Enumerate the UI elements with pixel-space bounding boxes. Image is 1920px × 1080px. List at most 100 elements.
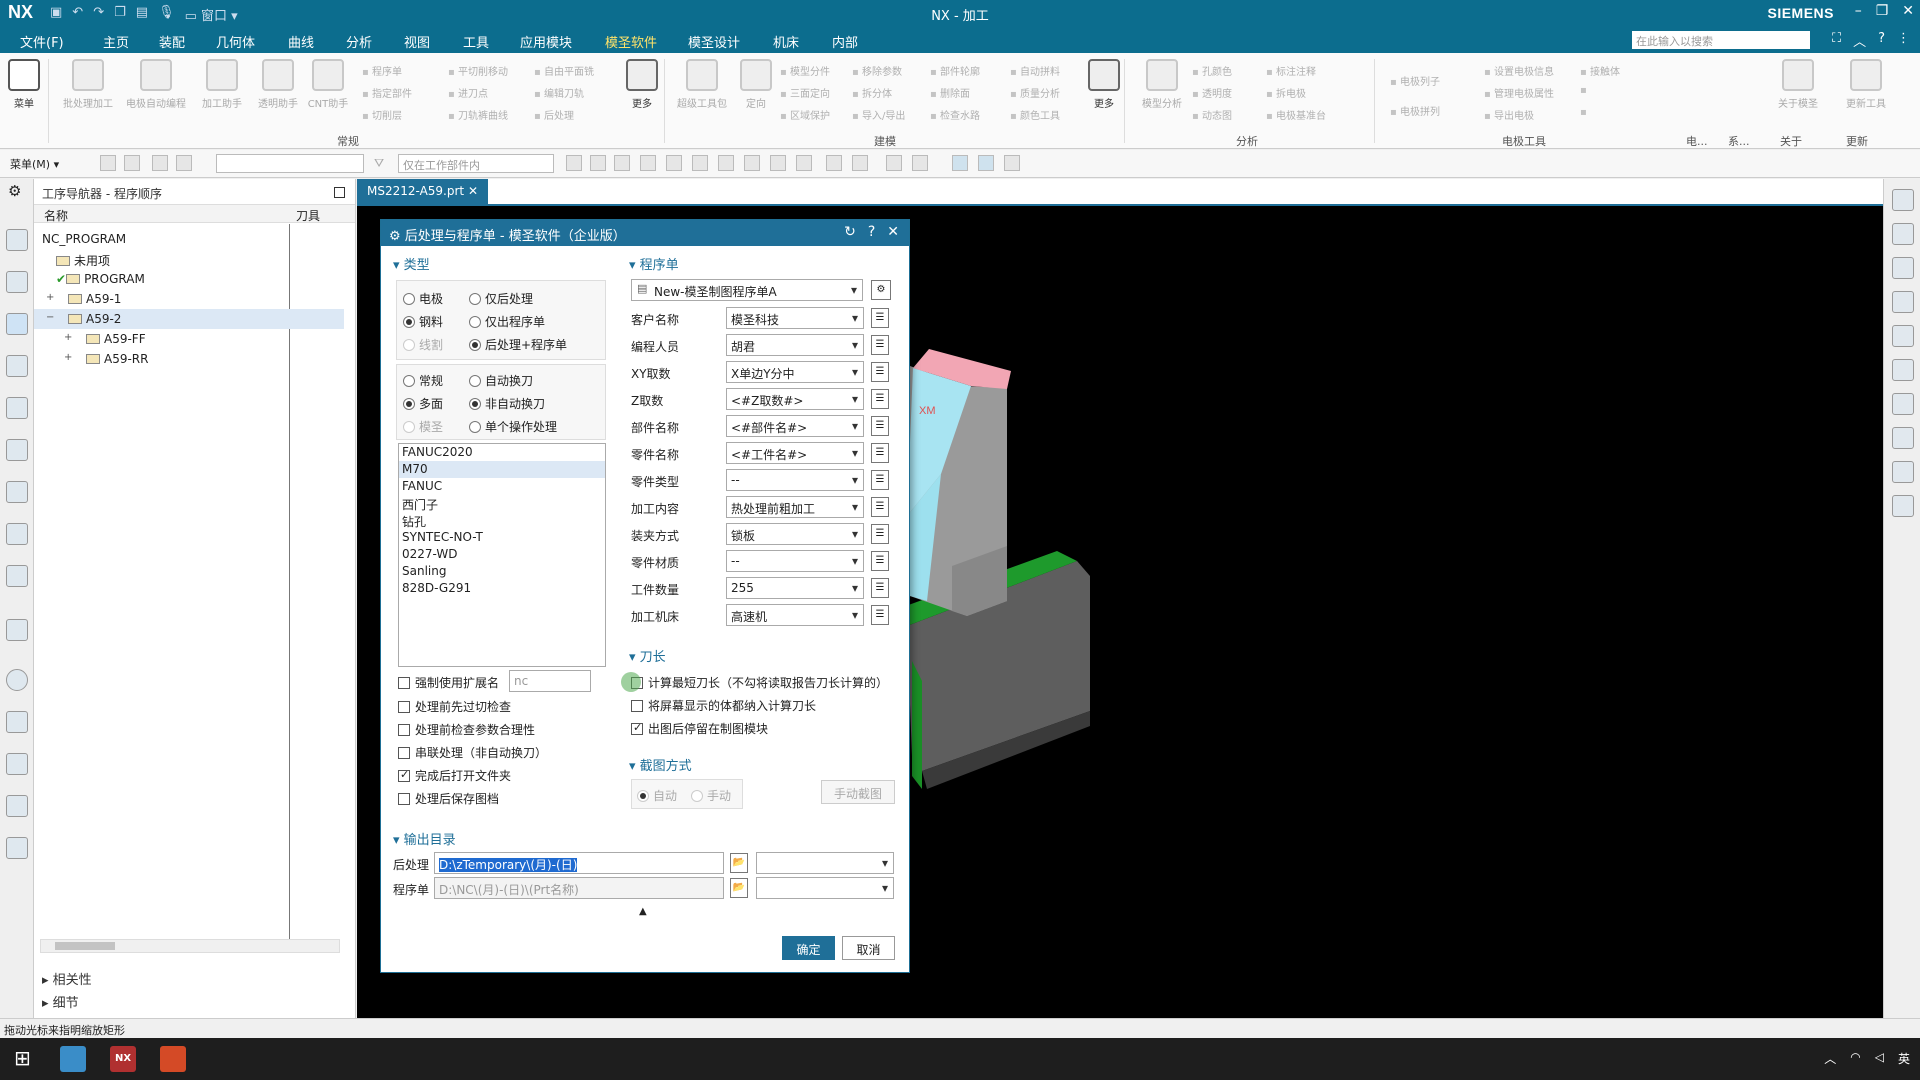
resource-icon[interactable] bbox=[1892, 291, 1914, 313]
field-list-icon[interactable]: ☰ bbox=[871, 524, 889, 544]
tree-row-a59-1[interactable]: + A59-1 bbox=[34, 289, 344, 309]
column-name-header[interactable]: 名称 bbox=[44, 207, 68, 224]
menu-apps[interactable]: 应用模块 bbox=[520, 32, 572, 51]
ribbon-item[interactable]: 电极拼列 bbox=[1390, 103, 1440, 118]
programmer-select[interactable]: 胡君 bbox=[726, 334, 864, 356]
field-list-icon[interactable]: ☰ bbox=[871, 308, 889, 328]
list-item[interactable]: FANUC bbox=[399, 478, 605, 495]
toolbar-icon[interactable] bbox=[718, 155, 734, 171]
ribbon-item[interactable]: 检查水路 bbox=[930, 107, 980, 122]
ribbon-item[interactable]: 指定部件 bbox=[362, 85, 412, 100]
list-item[interactable]: 828D-G291 bbox=[399, 580, 605, 597]
gouge-check-checkbox[interactable]: 处理前先过切检查 bbox=[398, 698, 511, 715]
command-search-input[interactable]: 在此输入以搜索 bbox=[1632, 31, 1810, 49]
close-window-icon[interactable]: ✕ bbox=[1902, 3, 1914, 19]
ribbon-item[interactable]: 拆电极 bbox=[1266, 85, 1306, 100]
more-button-2[interactable]: 更多 bbox=[1072, 59, 1136, 110]
expand-icon[interactable]: + bbox=[46, 292, 54, 303]
ribbon-item[interactable]: 管理电极属性 bbox=[1484, 85, 1554, 100]
speaker-icon[interactable]: ◁ bbox=[1875, 1050, 1884, 1067]
tab-part-file[interactable]: MS2212-A59.prt ✕ bbox=[357, 179, 488, 206]
menu-mosheng-design[interactable]: 模圣设计 bbox=[688, 32, 740, 51]
resource-icon[interactable] bbox=[1892, 189, 1914, 211]
z-datum-select[interactable]: <#Z取数#> bbox=[726, 388, 864, 410]
field-list-icon[interactable]: ☰ bbox=[871, 443, 889, 463]
horizontal-scrollbar[interactable] bbox=[40, 939, 340, 953]
field-list-icon[interactable]: ☰ bbox=[871, 551, 889, 571]
ribbon-item[interactable]: 删除面 bbox=[930, 85, 970, 100]
role-icon[interactable] bbox=[6, 753, 28, 775]
ribbon-item[interactable]: 电极列子 bbox=[1390, 73, 1440, 88]
part-name-select[interactable]: <#部件名#> bbox=[726, 415, 864, 437]
manual-toolchange-radio[interactable]: 非自动换刀 bbox=[469, 395, 545, 412]
minimize-icon[interactable]: – bbox=[1855, 3, 1862, 19]
customer-select[interactable]: 模圣科技 bbox=[726, 307, 864, 329]
assembly-navigator-icon[interactable] bbox=[6, 271, 28, 293]
resource-icon[interactable] bbox=[1892, 393, 1914, 415]
ribbon-item[interactable]: 自动拼料 bbox=[1010, 63, 1060, 78]
toolbar-icon[interactable] bbox=[744, 155, 760, 171]
machine-select[interactable]: 高速机 bbox=[726, 604, 864, 626]
scope-filter-select[interactable]: 仅在工作部件内 bbox=[398, 154, 554, 173]
web-browser-icon[interactable] bbox=[6, 619, 28, 641]
toolbar-icon[interactable] bbox=[124, 155, 140, 171]
settings-gear-icon[interactable]: ⚙ bbox=[8, 182, 21, 200]
history-icon[interactable] bbox=[6, 669, 28, 691]
shot-manual-radio[interactable]: 手动 bbox=[691, 787, 731, 804]
ribbon-item[interactable]: 电极基准台 bbox=[1266, 107, 1326, 122]
shot-auto-radio[interactable]: 自动 bbox=[637, 787, 677, 804]
field-list-icon[interactable]: ☰ bbox=[871, 497, 889, 517]
tray-up-icon[interactable]: ︿ bbox=[1824, 1050, 1836, 1067]
quantity-select[interactable]: 255 bbox=[726, 577, 864, 599]
field-list-icon[interactable]: ☰ bbox=[871, 416, 889, 436]
toolbar-icon[interactable] bbox=[912, 155, 928, 171]
maximize-icon[interactable] bbox=[334, 187, 345, 198]
menu-file[interactable]: 文件(F) bbox=[20, 32, 64, 51]
dependencies-section[interactable]: ▸ 相关性 bbox=[42, 969, 92, 988]
collapse-ribbon-icon[interactable]: ︿ bbox=[1853, 31, 1866, 50]
ribbon-item[interactable]: 区域保护 bbox=[780, 107, 830, 122]
electrode-auto-button[interactable]: 电极自动编程 bbox=[124, 59, 188, 110]
tree-row-unused[interactable]: 未用项 bbox=[34, 249, 344, 269]
mode-multiface-radio[interactable]: 多面 bbox=[403, 395, 443, 412]
operation-navigator-icon[interactable] bbox=[6, 313, 28, 335]
collapse-up-icon[interactable]: ▲ bbox=[639, 906, 647, 917]
geometry-navigator-icon[interactable] bbox=[6, 439, 28, 461]
field-list-icon[interactable]: ☰ bbox=[871, 335, 889, 355]
clamping-select[interactable]: 锁板 bbox=[726, 523, 864, 545]
menu-home[interactable]: 主页 bbox=[103, 32, 129, 51]
ribbon-item[interactable]: 自由平面铣 bbox=[534, 63, 594, 78]
auto-toolchange-radio[interactable]: 自动换刀 bbox=[469, 372, 533, 389]
resource-icon[interactable] bbox=[1892, 325, 1914, 347]
expand-icon[interactable]: + bbox=[64, 352, 72, 363]
dialog-close-icon[interactable]: ✕ bbox=[887, 224, 899, 240]
tree-row-program[interactable]: ✔ PROGRAM bbox=[34, 269, 344, 289]
collapse-icon[interactable]: − bbox=[46, 312, 54, 323]
ribbon-item[interactable]: 移除参数 bbox=[852, 63, 902, 78]
filter-icon[interactable]: ⛛ bbox=[374, 156, 384, 171]
browse-folder-icon[interactable]: 📂 bbox=[730, 878, 748, 898]
resource-icon[interactable] bbox=[1892, 257, 1914, 279]
type-filter-select[interactable] bbox=[216, 154, 364, 173]
include-bodies-checkbox[interactable]: 将屏幕显示的体都纳入计算刀长 bbox=[631, 697, 816, 714]
save-after-checkbox[interactable]: 处理后保存图档 bbox=[398, 790, 499, 807]
column-tool-header[interactable]: 刀具 bbox=[296, 207, 320, 224]
machining-content-select[interactable]: 热处理前粗加工 bbox=[726, 496, 864, 518]
serial-process-checkbox[interactable]: 串联处理（非自动换刀） bbox=[398, 744, 547, 761]
tool-length-header[interactable]: 刀长 bbox=[629, 646, 666, 665]
post-dir-history-select[interactable] bbox=[756, 852, 894, 874]
toolbar-icon[interactable] bbox=[692, 155, 708, 171]
reuse-library-icon[interactable] bbox=[6, 565, 28, 587]
powerpoint-icon[interactable] bbox=[160, 1046, 186, 1072]
resource-icon[interactable] bbox=[1892, 223, 1914, 245]
ribbon-item[interactable]: 模型分件 bbox=[780, 63, 830, 78]
field-list-icon[interactable]: ☰ bbox=[871, 389, 889, 409]
toolbar-icon[interactable] bbox=[640, 155, 656, 171]
single-op-radio[interactable]: 单个操作处理 bbox=[469, 418, 557, 435]
tree-row-nc-program[interactable]: NC_PROGRAM bbox=[34, 229, 344, 249]
cnt-helper-button[interactable]: CNT助手 bbox=[296, 59, 360, 110]
resource-icon[interactable] bbox=[1892, 495, 1914, 517]
type-steel-radio[interactable]: 钢料 bbox=[403, 313, 443, 330]
orient-button[interactable]: 定向 bbox=[724, 59, 788, 110]
training-icon[interactable] bbox=[6, 837, 28, 859]
